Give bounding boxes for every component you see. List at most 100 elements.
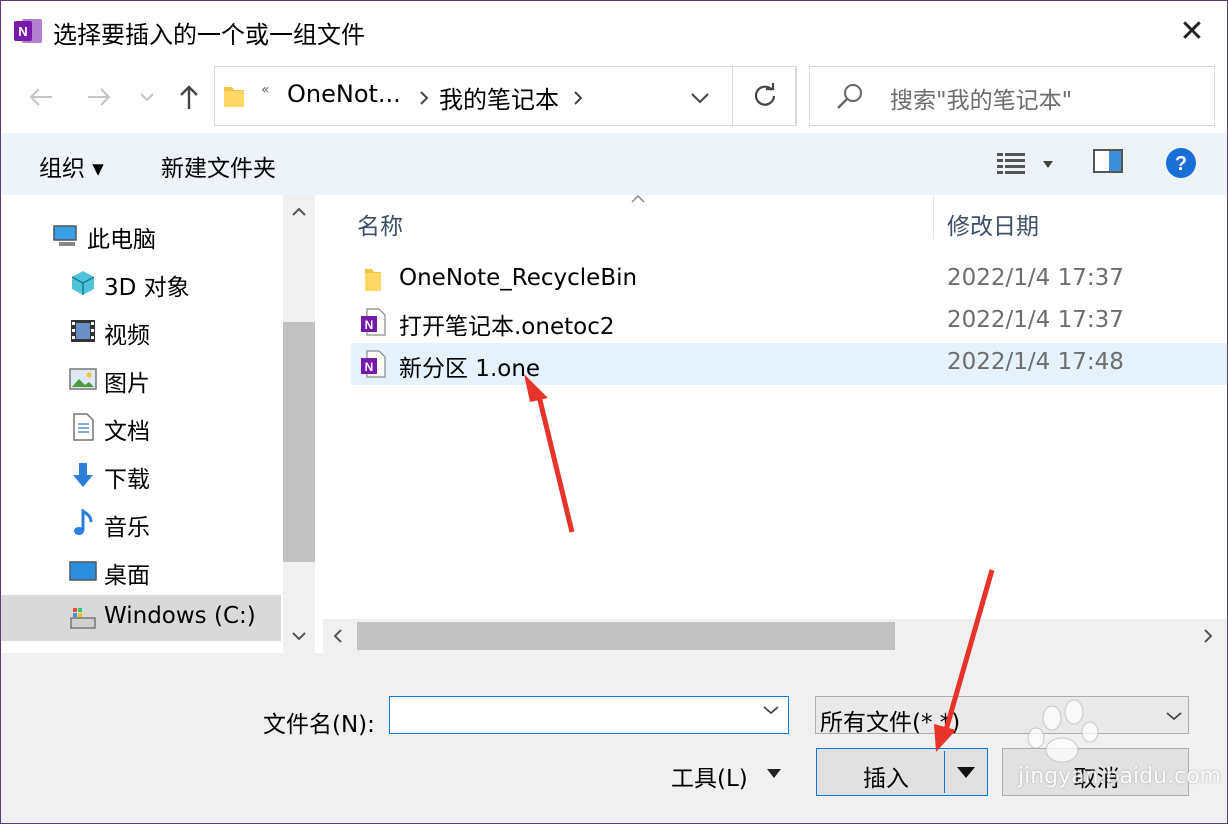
details-view-icon <box>997 153 1025 174</box>
file-modified: 2022/1/4 17:48 <box>947 349 1124 375</box>
watermark-text: jingyan.baidu.com <box>1018 764 1222 789</box>
chevron-down-icon <box>140 93 154 102</box>
column-header-modified[interactable]: 修改日期 <box>947 207 1039 241</box>
filename-input[interactable] <box>389 696 789 734</box>
onenote-app-icon: N <box>14 19 42 43</box>
desktop-icon <box>69 561 97 581</box>
svg-text:?: ? <box>1175 153 1187 175</box>
file-list-horizontal-scrollbar[interactable] <box>323 619 1227 653</box>
folder-icon <box>224 87 244 107</box>
tree-item-label: 图片 <box>104 371 150 397</box>
insert-options-dropdown[interactable] <box>944 751 987 793</box>
chevron-down-icon <box>1166 712 1182 721</box>
tree-item-windows-c[interactable]: Windows (C:) <box>1 595 281 641</box>
search-icon <box>837 84 862 109</box>
insert-button[interactable]: 插入 <box>816 748 988 796</box>
scroll-right-icon[interactable] <box>1203 629 1213 643</box>
address-bar[interactable]: « OneNot... 我的笔记本 <box>214 66 796 126</box>
chevron-right-icon[interactable] <box>573 91 583 105</box>
navigation-pane: 此电脑 3D 对象 视频 图片 文档 下载 音乐 桌面 Windows (C:) <box>1 195 315 653</box>
tree-item-music[interactable]: 音乐 <box>1 500 281 546</box>
preview-pane-icon <box>1093 149 1123 173</box>
tree-item-downloads[interactable]: 下载 <box>1 452 281 498</box>
arrow-left-icon <box>29 88 52 106</box>
sort-ascending-icon <box>631 195 645 203</box>
tree-item-label: 文档 <box>104 419 150 445</box>
search-box[interactable]: 搜索"我的笔记本" <box>809 66 1215 126</box>
caret-down-icon[interactable] <box>767 769 781 778</box>
folder-icon <box>365 269 381 291</box>
file-type-value: 所有文件(*.*) <box>820 710 961 736</box>
svg-text:N: N <box>365 318 374 332</box>
help-icon: ? <box>1166 148 1196 178</box>
file-row[interactable]: OneNote_RecycleBin 2022/1/4 17:37 <box>351 259 1227 301</box>
chevron-down-icon[interactable] <box>691 93 709 104</box>
file-name: 打开笔记本.onetoc2 <box>399 314 615 340</box>
tree-item-label: 此电脑 <box>87 227 156 253</box>
svg-text:N: N <box>18 24 27 39</box>
dialog-footer: 文件名(N): 所有文件(*.*) 工具(L) 插入 取消 <box>1 653 1227 823</box>
tree-item-pictures[interactable]: 图片 <box>1 356 281 402</box>
caret-down-icon <box>1043 161 1053 168</box>
download-icon <box>73 463 93 487</box>
view-options-button[interactable] <box>995 151 1061 179</box>
tree-item-desktop[interactable]: 桌面 <box>1 548 281 594</box>
refresh-button[interactable] <box>732 66 797 126</box>
music-icon <box>74 509 93 535</box>
command-bar: 组织 ▾ 新建文件夹 ? <box>1 133 1227 195</box>
back-button[interactable] <box>25 81 57 113</box>
filename-label: 文件名(N): <box>263 712 375 738</box>
tree-item-label: 桌面 <box>104 563 150 589</box>
scrollbar-thumb[interactable] <box>357 622 895 650</box>
nav-vertical-scrollbar[interactable] <box>283 195 315 653</box>
recent-locations-button[interactable] <box>133 81 161 113</box>
breadcrumb-my-notebook[interactable]: 我的笔记本 <box>439 80 559 115</box>
column-header-name[interactable]: 名称 <box>357 207 403 241</box>
file-row-selected[interactable]: N 新分区 1.one 2022/1/4 17:48 <box>351 343 1227 385</box>
breadcrumb-onenote[interactable]: OneNot... <box>287 80 401 108</box>
column-divider[interactable] <box>933 195 934 239</box>
arrow-up-icon <box>180 85 198 109</box>
insert-button-label: 插入 <box>863 766 909 792</box>
tree-item-label: 音乐 <box>104 515 150 541</box>
tree-item-label: 3D 对象 <box>104 275 190 301</box>
caret-down-icon <box>957 767 975 778</box>
organize-menu[interactable]: 组织 ▾ <box>39 149 104 183</box>
scroll-down-icon[interactable] <box>292 631 306 641</box>
tree-item-videos[interactable]: 视频 <box>1 308 281 354</box>
onenote-file-icon: N <box>361 308 386 336</box>
navigation-bar: « OneNot... 我的笔记本 搜索"我的笔记本" <box>1 63 1227 133</box>
tree-item-label: 视频 <box>104 323 150 349</box>
scroll-left-icon[interactable] <box>333 629 343 643</box>
scroll-up-icon[interactable] <box>292 207 306 217</box>
up-button[interactable] <box>173 81 205 113</box>
tools-menu[interactable]: 工具(L) <box>671 759 748 793</box>
3d-objects-icon <box>71 271 95 295</box>
file-list: 名称 修改日期 OneNote_RecycleBin 2022/1/4 17:3… <box>319 195 1227 653</box>
file-name: 新分区 1.one <box>399 356 541 382</box>
refresh-icon <box>754 83 775 106</box>
arrow-right-icon <box>88 88 111 106</box>
video-icon <box>71 320 95 342</box>
forward-button[interactable] <box>83 81 115 113</box>
tree-item-documents[interactable]: 文档 <box>1 404 281 450</box>
new-folder-button[interactable]: 新建文件夹 <box>161 149 276 183</box>
chevron-right-icon[interactable] <box>419 91 429 105</box>
chevron-down-icon[interactable] <box>763 705 779 715</box>
tree-item-3d-objects[interactable]: 3D 对象 <box>1 260 281 306</box>
breadcrumb-overflow[interactable]: « <box>261 82 270 98</box>
tree-item-this-pc[interactable]: 此电脑 <box>1 212 281 258</box>
window-title: 选择要插入的一个或一组文件 <box>53 21 365 49</box>
file-dialog-window: N 选择要插入的一个或一组文件 ✕ « OneNot... 我的笔记本 搜索"我… <box>0 0 1228 824</box>
preview-pane-button[interactable] <box>1093 149 1125 179</box>
onenote-file-icon: N <box>361 350 386 378</box>
close-button[interactable]: ✕ <box>1157 1 1227 61</box>
scrollbar-thumb[interactable] <box>283 322 315 562</box>
tree-item-label: 下载 <box>104 467 150 493</box>
file-type-select[interactable]: 所有文件(*.*) <box>815 696 1189 736</box>
file-modified: 2022/1/4 17:37 <box>947 265 1124 291</box>
file-name: OneNote_RecycleBin <box>399 265 638 291</box>
svg-text:N: N <box>365 360 374 374</box>
file-row[interactable]: N 打开笔记本.onetoc2 2022/1/4 17:37 <box>351 301 1227 343</box>
help-button[interactable]: ? <box>1165 147 1197 179</box>
